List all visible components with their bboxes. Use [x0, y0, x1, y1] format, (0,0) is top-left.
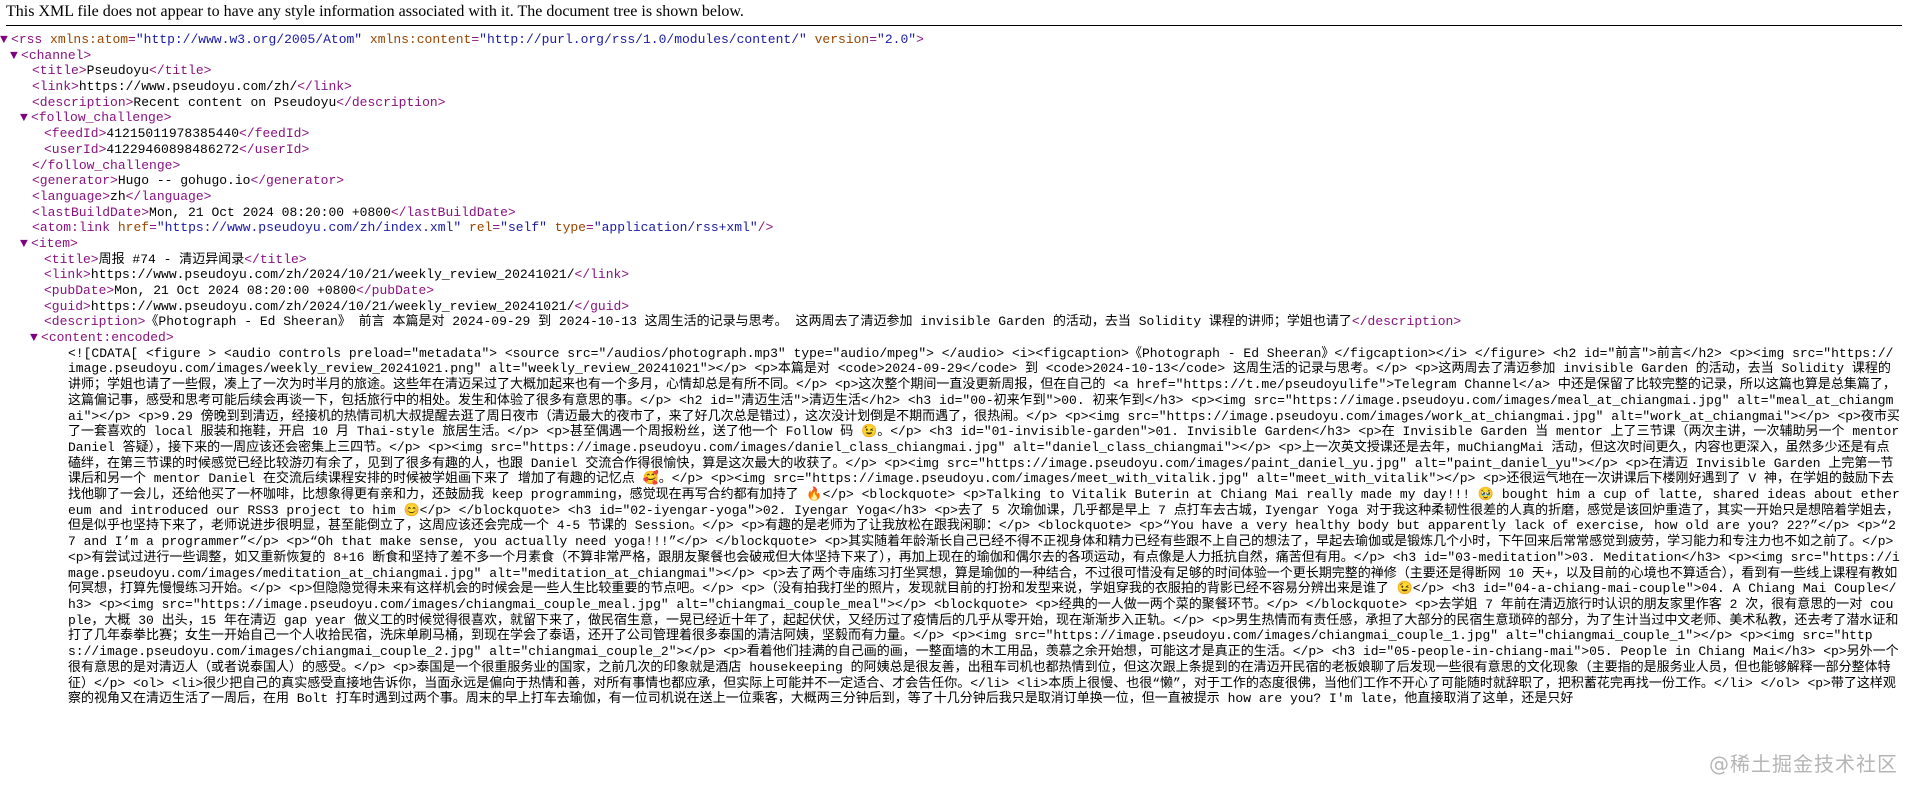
channel-description: <description>Recent content on Pseudoyu<…	[32, 94, 446, 110]
xml-style-notice: This XML file does not appear to have an…	[6, 3, 744, 20]
collapse-triangle-icon[interactable]: ▼	[20, 110, 31, 126]
item-pub-date: <pubDate>Mon, 21 Oct 2024 08:20:00 +0800…	[44, 283, 435, 298]
collapse-triangle-icon[interactable]: ▼	[0, 32, 11, 48]
follow-challenge-close-line: </follow_challenge>	[32, 157, 181, 173]
collapse-triangle-icon[interactable]: ▼	[30, 330, 41, 346]
channel-generator: <generator>Hugo -- gohugo.io</generator>	[32, 173, 345, 189]
atom-link: <atom:link href="https://www.pseudoyu.co…	[32, 220, 774, 236]
item-title: <title>周报 #74 - 清迈异闻录</title>	[44, 251, 307, 267]
user-id: <userId>41229460898486272</userId>	[44, 141, 310, 157]
follow-challenge-open-line: ▼ <follow_challenge>	[20, 110, 172, 126]
channel-link: <link>https://www.pseudoyu.com/zh/</link…	[32, 79, 352, 95]
content-encoded-cdata: <![CDATA[ <figure > <audio controls prel…	[68, 345, 1900, 707]
watermark: @稀土掘金技术社区	[1709, 752, 1898, 776]
rss-open-line: ▼ <rss xmlns:atom="http://www.w3.org/2005…	[0, 32, 924, 48]
channel-title: <title>Pseudoyu</title>	[32, 63, 212, 79]
channel-open-line: ▼ <channel>	[10, 47, 92, 64]
item-open-line: ▼ <item>	[20, 235, 78, 252]
item-description: <description>《Photograph - Ed Sheeran》 前…	[44, 314, 1462, 330]
channel-last-build-date: <lastBuildDate>Mon, 21 Oct 2024 08:20:00…	[32, 204, 516, 220]
xml-document-tree: ▼ <rss xmlns:atom="http://www.w3.org/2005…	[0, 32, 1908, 707]
item-link: <link>https://www.pseudoyu.com/zh/2024/1…	[44, 267, 630, 283]
content-encoded-open-line: ▼ <content:encoded>	[30, 330, 174, 346]
collapse-triangle-icon[interactable]: ▼	[20, 236, 31, 252]
item-guid: <guid>https://www.pseudoyu.com/zh/2024/1…	[44, 298, 630, 314]
feed-id: <feedId>41215011978385440</feedId>	[44, 126, 310, 142]
collapse-triangle-icon[interactable]: ▼	[10, 48, 21, 64]
header-divider	[6, 25, 1902, 26]
channel-language: <language>zh</language>	[32, 188, 212, 204]
